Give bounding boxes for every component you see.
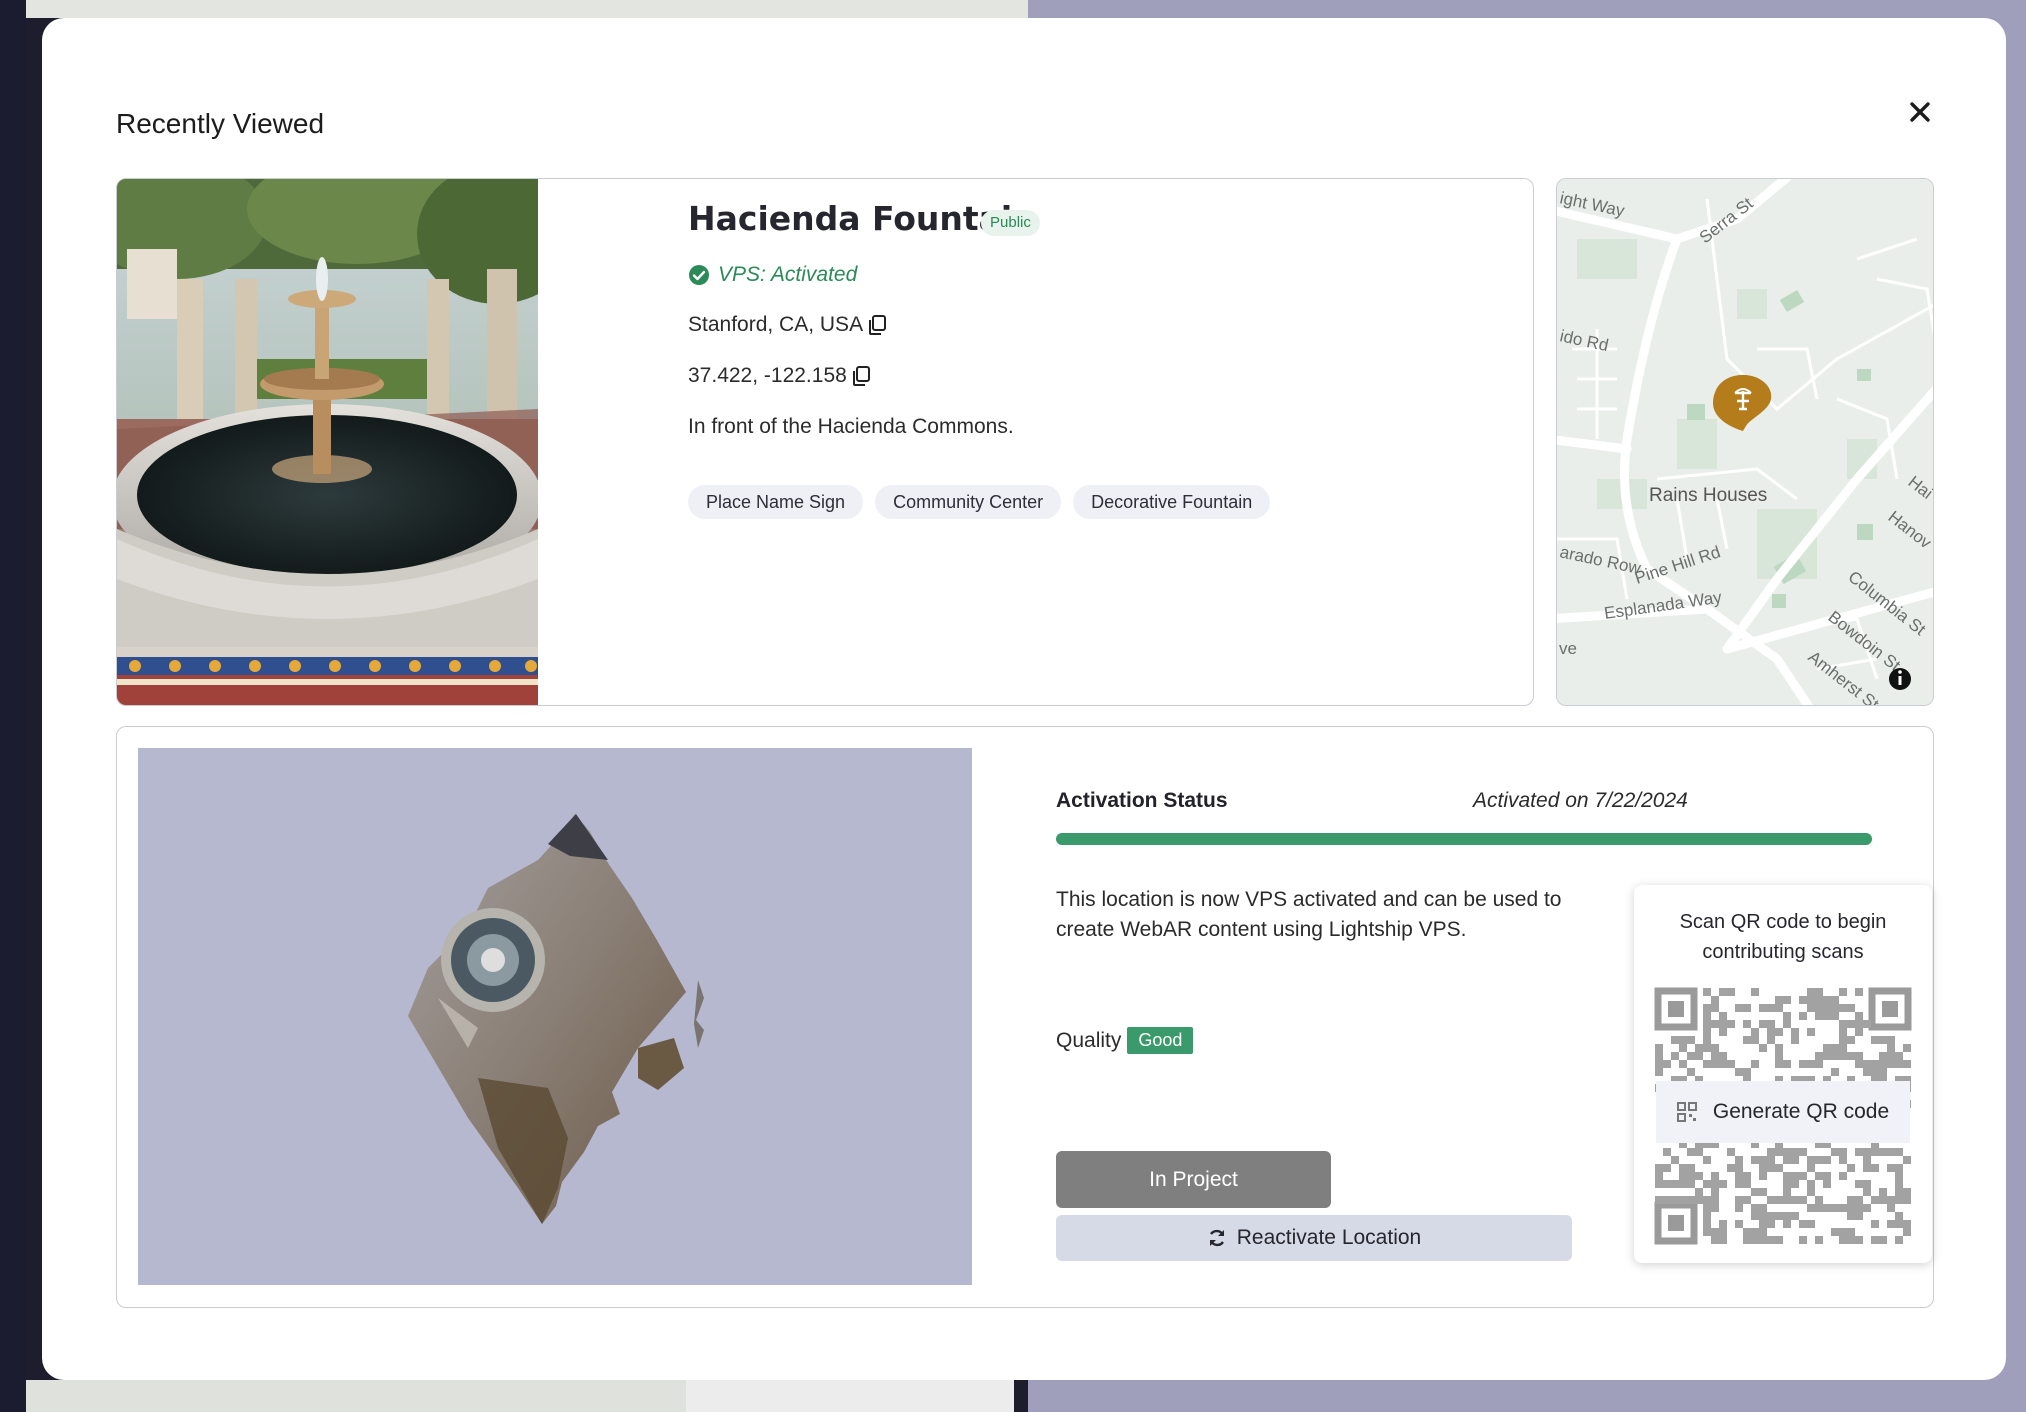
- vps-status-text: VPS: Activated: [718, 263, 858, 286]
- quality-badge: Good: [1127, 1027, 1194, 1054]
- tag-list: Place Name Sign Community Center Decorat…: [688, 485, 1271, 519]
- qr-code-card: Scan QR code to begin contributing scans: [1634, 885, 1932, 1263]
- generate-qr-button[interactable]: Generate QR code: [1656, 1081, 1910, 1143]
- activation-description: This location is now VPS activated and c…: [1056, 888, 1562, 941]
- map-label: Rains Houses: [1649, 485, 1767, 506]
- activation-card: Activation Status Activated on 7/22/2024…: [116, 726, 1934, 1308]
- address-text: Stanford, CA, USA: [688, 313, 864, 336]
- coordinates-text: 37.422, -122.158: [688, 364, 847, 387]
- quality-label: Quality: [1056, 1028, 1122, 1052]
- background-sidebar: [0, 0, 26, 1412]
- activation-status-title: Activation Status: [1056, 789, 1228, 812]
- generate-qr-label: Generate QR code: [1712, 1100, 1890, 1123]
- check-circle-icon: [689, 265, 709, 285]
- info-icon[interactable]: [1889, 668, 1911, 690]
- location-description: In front of the Hacienda Commons.: [688, 415, 1014, 438]
- mini-map[interactable]: Serra St ight Way Rains Houses Pine Hill…: [1556, 178, 1934, 706]
- close-icon: [1910, 102, 1930, 122]
- modal-title: Recently Viewed: [116, 108, 325, 139]
- activation-progress-bar: [1056, 833, 1872, 845]
- qr-card-title: Scan QR code to begin contributing scans: [1679, 911, 1887, 963]
- in-project-button[interactable]: In Project: [1056, 1151, 1331, 1208]
- quality-row: Quality Good: [1056, 1027, 1194, 1054]
- background-panel-bottom: [686, 1380, 1014, 1412]
- recently-viewed-modal: Recently Viewed Hacienda Fountain Public…: [42, 18, 2006, 1380]
- background-map-bottom: [26, 1380, 686, 1412]
- scan-mesh-preview[interactable]: [138, 748, 972, 1285]
- location-card: Hacienda Fountain Public VPS: Activated …: [116, 178, 1534, 706]
- close-button[interactable]: [1898, 90, 1942, 134]
- tag-chip: Place Name Sign: [688, 485, 864, 519]
- tag-chip: Community Center: [875, 485, 1062, 519]
- qr-code-icon: [1676, 1102, 1697, 1122]
- visibility-badge: Public: [981, 210, 1040, 236]
- reactivate-label: Reactivate Location: [1236, 1226, 1422, 1249]
- reactivate-location-button[interactable]: Reactivate Location: [1056, 1215, 1572, 1261]
- background-map-strip: [26, 0, 1028, 18]
- refresh-icon: [1209, 1229, 1224, 1247]
- map-label: ve: [1559, 639, 1577, 658]
- address-row: Stanford, CA, USA: [688, 313, 887, 337]
- vps-status: VPS: Activated: [688, 263, 857, 287]
- copy-icon[interactable]: [851, 365, 871, 387]
- map-canvas: Serra St ight Way Rains Houses Pine Hill…: [1557, 179, 1933, 705]
- tag-chip: Decorative Fountain: [1073, 485, 1271, 519]
- copy-icon[interactable]: [867, 314, 887, 336]
- location-photo: [117, 179, 538, 705]
- activation-date: Activated on 7/22/2024: [1473, 789, 1688, 812]
- activation-progress-fill: [1056, 833, 1872, 845]
- coordinates-row: 37.422, -122.158: [688, 364, 871, 388]
